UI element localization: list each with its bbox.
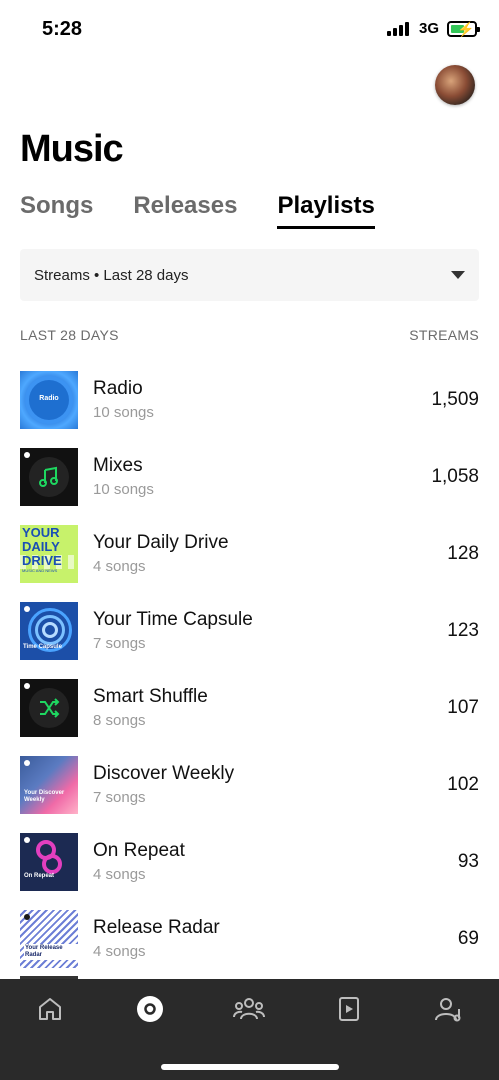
- avatar[interactable]: [435, 65, 475, 105]
- tab-releases[interactable]: Releases: [133, 192, 237, 228]
- network-type: 3G: [418, 20, 439, 37]
- playlist-cover-time-capsule: Time Capsule: [20, 601, 78, 660]
- page-title: Music: [20, 128, 124, 170]
- bottom-nav: [0, 979, 499, 1080]
- list-item[interactable]: Smart Shuffle 8 songs 107: [0, 669, 499, 746]
- nav-audience[interactable]: [219, 989, 279, 1029]
- playlist-song-count: 4 songs: [93, 558, 146, 575]
- campaigns-icon: [339, 997, 360, 1021]
- playlist-title: Your Time Capsule: [93, 609, 253, 630]
- playlist-title: Discover Weekly: [93, 763, 235, 784]
- playlist-song-count: 4 songs: [93, 943, 146, 960]
- playlist-song-count: 10 songs: [93, 404, 154, 421]
- streams-header[interactable]: STREAMS: [409, 327, 479, 343]
- caret-down-icon: [451, 271, 465, 279]
- signal-icon: [386, 21, 409, 36]
- playlist-cover-smart-shuffle: [20, 678, 78, 737]
- tab-playlists[interactable]: Playlists: [277, 192, 376, 229]
- playlist-song-count: 7 songs: [93, 635, 146, 652]
- filter-label: Streams • Last 28 days: [34, 266, 189, 284]
- playlist-cover-discover-weekly: Your Discover Weekly: [20, 755, 78, 814]
- playlist-title: Smart Shuffle: [93, 686, 208, 707]
- nav-home[interactable]: [20, 989, 80, 1029]
- list-item[interactable]: YOUR DAILY DRIVE MUSIC AND NEWS Your Dai…: [0, 515, 499, 592]
- list-item[interactable]: On Repeat On Repeat 4 songs 93: [0, 823, 499, 900]
- list-item[interactable]: Time Capsule Your Time Capsule 7 songs 1…: [0, 592, 499, 669]
- list-item[interactable]: Mixes 10 songs 1,058: [0, 438, 499, 515]
- music-disc-icon: [136, 996, 163, 1022]
- playlist-title: On Repeat: [93, 840, 185, 861]
- stream-count: 93: [457, 850, 479, 872]
- stream-count: 69: [457, 927, 479, 949]
- nav-campaigns[interactable]: [319, 989, 379, 1029]
- status-indicators: 3G ⚡: [386, 20, 480, 37]
- playlist-cover-radio: Radio: [20, 370, 78, 429]
- status-time: 5:28: [42, 18, 83, 40]
- list-item[interactable]: Your Discover Weekly Discover Weekly 7 s…: [0, 746, 499, 823]
- playlist-title: Radio: [93, 378, 143, 399]
- profile-icon: [435, 998, 461, 1022]
- stream-count: 107: [447, 696, 479, 718]
- stream-count: 128: [447, 542, 479, 564]
- playlist-list: Radio Radio 10 songs 1,509 Mixes 10 song…: [0, 361, 499, 977]
- home-icon: [38, 998, 61, 1020]
- playlist-song-count: 10 songs: [93, 481, 154, 498]
- music-note-icon: [39, 466, 58, 487]
- playlist-cover-on-repeat: On Repeat: [20, 832, 78, 891]
- list-item[interactable]: Your Release Radar Release Radar 4 songs…: [0, 900, 499, 977]
- audience-icon: [233, 998, 266, 1020]
- stream-count: 1,058: [431, 465, 479, 487]
- playlist-song-count: 4 songs: [93, 866, 146, 883]
- streams-filter-dropdown[interactable]: Streams • Last 28 days: [20, 249, 479, 301]
- playlist-song-count: 8 songs: [93, 712, 146, 729]
- nav-music[interactable]: [120, 989, 180, 1029]
- playlist-title: Mixes: [93, 455, 143, 476]
- list-item[interactable]: Radio Radio 10 songs 1,509: [0, 361, 499, 438]
- playlist-cover-release-radar: Your Release Radar: [20, 909, 78, 968]
- list-header: LAST 28 DAYS STREAMS: [20, 327, 479, 343]
- nav-profile[interactable]: [419, 989, 479, 1029]
- status-bar: 5:28 3G ⚡: [0, 0, 499, 60]
- playlist-title: Release Radar: [93, 917, 220, 938]
- repeat-loop-icon: [36, 839, 62, 874]
- stream-count: 1,509: [431, 388, 479, 410]
- period-header: LAST 28 DAYS: [20, 327, 119, 343]
- stream-count: 102: [447, 773, 479, 795]
- stream-count: 123: [447, 619, 479, 641]
- battery-icon: ⚡: [447, 20, 480, 37]
- playlist-song-count: 7 songs: [93, 789, 146, 806]
- playlist-cover-mixes: [20, 447, 78, 506]
- playlist-cover-daily-drive: YOUR DAILY DRIVE MUSIC AND NEWS: [20, 524, 78, 583]
- tab-bar: Songs Releases Playlists: [20, 192, 376, 229]
- shuffle-icon: [40, 697, 60, 718]
- tab-songs[interactable]: Songs: [20, 192, 93, 228]
- home-indicator: [161, 1064, 339, 1070]
- playlist-title: Your Daily Drive: [93, 532, 229, 553]
